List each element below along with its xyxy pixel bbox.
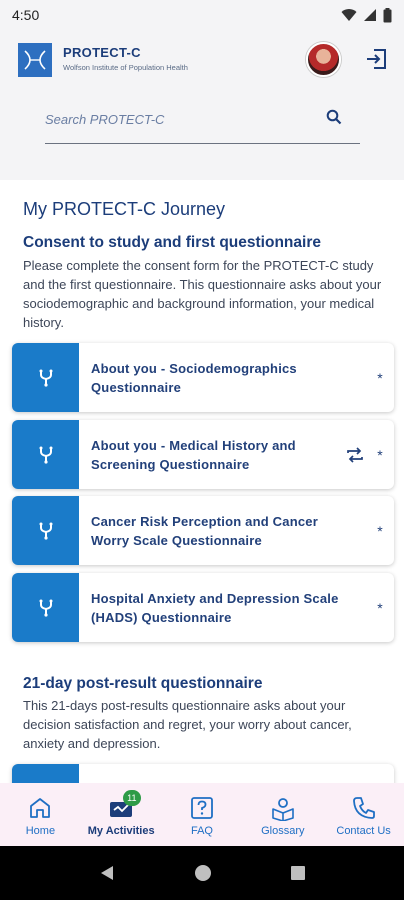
glossary-icon [271,798,294,821]
back-icon[interactable] [98,864,116,882]
nav-item-my-activities[interactable]: 11 My Activities [81,783,162,846]
card-tab [12,496,79,565]
home-circle-icon[interactable] [194,864,212,882]
search-bar [45,100,360,144]
protect-c-logo [18,43,52,77]
wifi-icon [341,9,357,21]
status-time: 4:50 [12,7,40,23]
card-tab [12,764,79,783]
app-header: PROTECT-C Wolfson Institute of Populatio… [0,30,404,180]
questionnaire-card-sociodemographics[interactable]: About you - Sociodemographics Questionna… [12,343,394,412]
nav-label: Contact Us [336,825,391,837]
questionnaire-card-partial[interactable] [12,764,394,783]
card-label: About you - Medical History and Screenin… [91,437,296,472]
recents-icon[interactable] [290,865,306,881]
questionnaire-card-cancer-risk[interactable]: Cancer Risk Perception and Cancer Worry … [12,496,394,565]
nav-item-home[interactable]: Home [0,783,81,846]
activities-badge: 11 [122,790,141,806]
card-marker: * [377,599,383,616]
fork-icon [39,599,52,617]
card-label: About you - Sociodemographics Questionna… [91,360,297,395]
brand-name: PROTECT-C [63,45,141,60]
signal-icon [364,9,376,21]
search-icon[interactable] [325,108,343,126]
questionnaire-card-medical-history[interactable]: About you - Medical History and Screenin… [12,420,394,489]
card-marker: * [377,369,383,386]
nav-item-contact-us[interactable]: Contact Us [323,783,404,846]
search-input[interactable] [45,104,315,134]
nav-item-faq[interactable]: FAQ [162,783,243,846]
journey-content[interactable]: My PROTECT-C Journey Consent to study an… [0,180,404,783]
card-tab [12,343,79,412]
section-title-consent: Consent to study and first questionnaire [23,234,321,251]
fork-icon [39,522,52,540]
logo-mark-icon [24,50,46,70]
nav-label: My Activities [87,825,155,837]
faq-icon [191,797,213,819]
status-bar: 4:50 [0,0,404,30]
page-title: My PROTECT-C Journey [23,199,226,219]
section-description-consent: Please complete the consent form for the… [23,258,382,330]
android-nav-bar [0,846,404,900]
fork-icon [39,446,52,464]
card-label: Hospital Anxiety and Depression Scale (H… [91,590,339,625]
brand-subtitle: Wolfson Institute of Population Health [63,63,188,72]
logout-icon[interactable] [364,46,390,72]
status-icons [341,7,392,23]
bottom-nav: Home 11 My Activities FAQ Glossary Conta… [0,783,404,846]
card-tab [12,573,79,642]
home-icon [30,798,51,818]
nav-item-glossary[interactable]: Glossary [242,783,323,846]
fork-icon [39,369,52,387]
card-label: Cancer Risk Perception and Cancer Worry … [91,513,318,548]
section-title-post-result: 21-day post-result questionnaire [23,675,263,692]
section-description-post-result: This 21-days post-results questionnaire … [23,698,352,751]
nav-label: Glossary [261,825,305,837]
nav-label: Home [25,825,56,837]
card-tab [12,420,79,489]
nav-label: FAQ [190,825,213,837]
card-marker: * [377,446,383,463]
phone-icon [352,797,375,819]
repeat-icon [344,420,366,489]
battery-icon [383,7,392,22]
questionnaire-card-hads[interactable]: Hospital Anxiety and Depression Scale (H… [12,573,394,642]
card-marker: * [377,522,383,539]
avatar[interactable] [306,42,341,77]
